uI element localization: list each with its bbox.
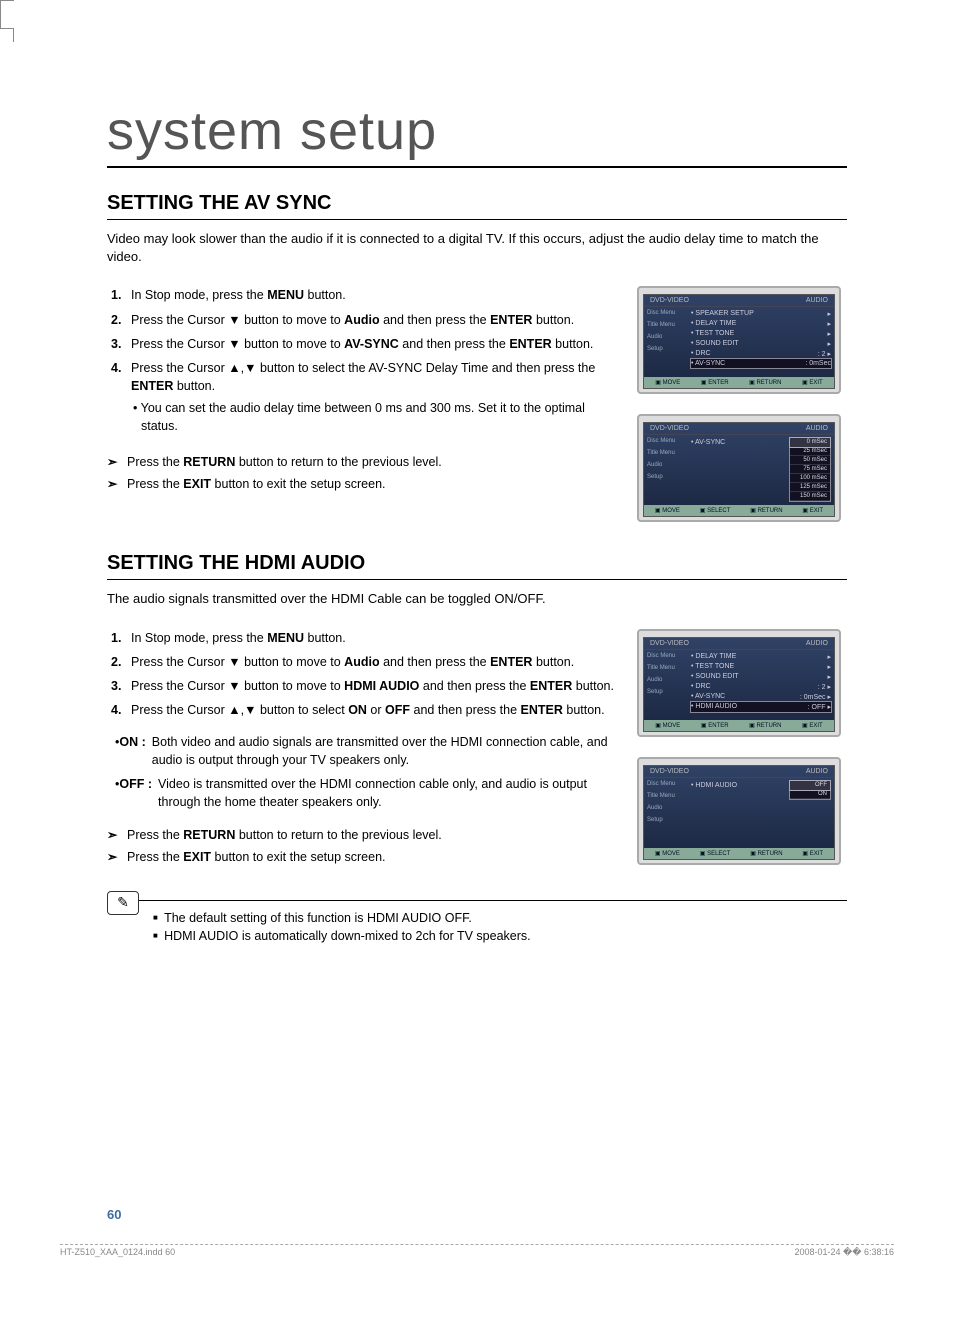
return-note-2: ➣Press the RETURN button to return to th… <box>107 826 621 844</box>
page-number: 60 <box>107 1207 121 1222</box>
page-heading: system setup <box>107 100 847 168</box>
footer: HT-Z510_XAA_0124.indd 60 2008-01-24 �� 6… <box>60 1244 894 1258</box>
section-hdmi-title: SETTING THE HDMI AUDIO <box>107 552 847 580</box>
exit-note-2: ➣Press the EXIT button to exit the setup… <box>107 848 621 866</box>
hdmi-definitions: • ON :Both video and audio signals are t… <box>115 733 621 812</box>
note-icon: ✎ <box>107 891 139 915</box>
section-av-sync-title: SETTING THE AV SYNC <box>107 192 847 220</box>
exit-note: ➣Press the EXIT button to exit the setup… <box>107 475 621 493</box>
section-hdmi-intro: The audio signals transmitted over the H… <box>107 590 847 608</box>
osd-av-sync-menu: DVD-VIDEOAUDIO Disc MenuTitle Menu Audio… <box>637 286 841 394</box>
osd-hdmi-values: DVD-VIDEOAUDIO Disc MenuTitle Menu Audio… <box>637 757 841 865</box>
note-box: ✎ The default setting of this function i… <box>107 900 847 947</box>
return-note: ➣Press the RETURN button to return to th… <box>107 453 621 471</box>
av-sync-steps: 1. In Stop mode, press the MENU button. … <box>107 286 621 435</box>
section-av-sync-intro: Video may look slower than the audio if … <box>107 230 847 266</box>
osd-hdmi-menu: DVD-VIDEOAUDIO Disc MenuTitle Menu Audio… <box>637 629 841 737</box>
osd-av-sync-values: DVD-VIDEOAUDIO Disc MenuTitle Menu Audio… <box>637 414 841 522</box>
hdmi-steps: 1. In Stop mode, press the MENU button. … <box>107 629 621 720</box>
